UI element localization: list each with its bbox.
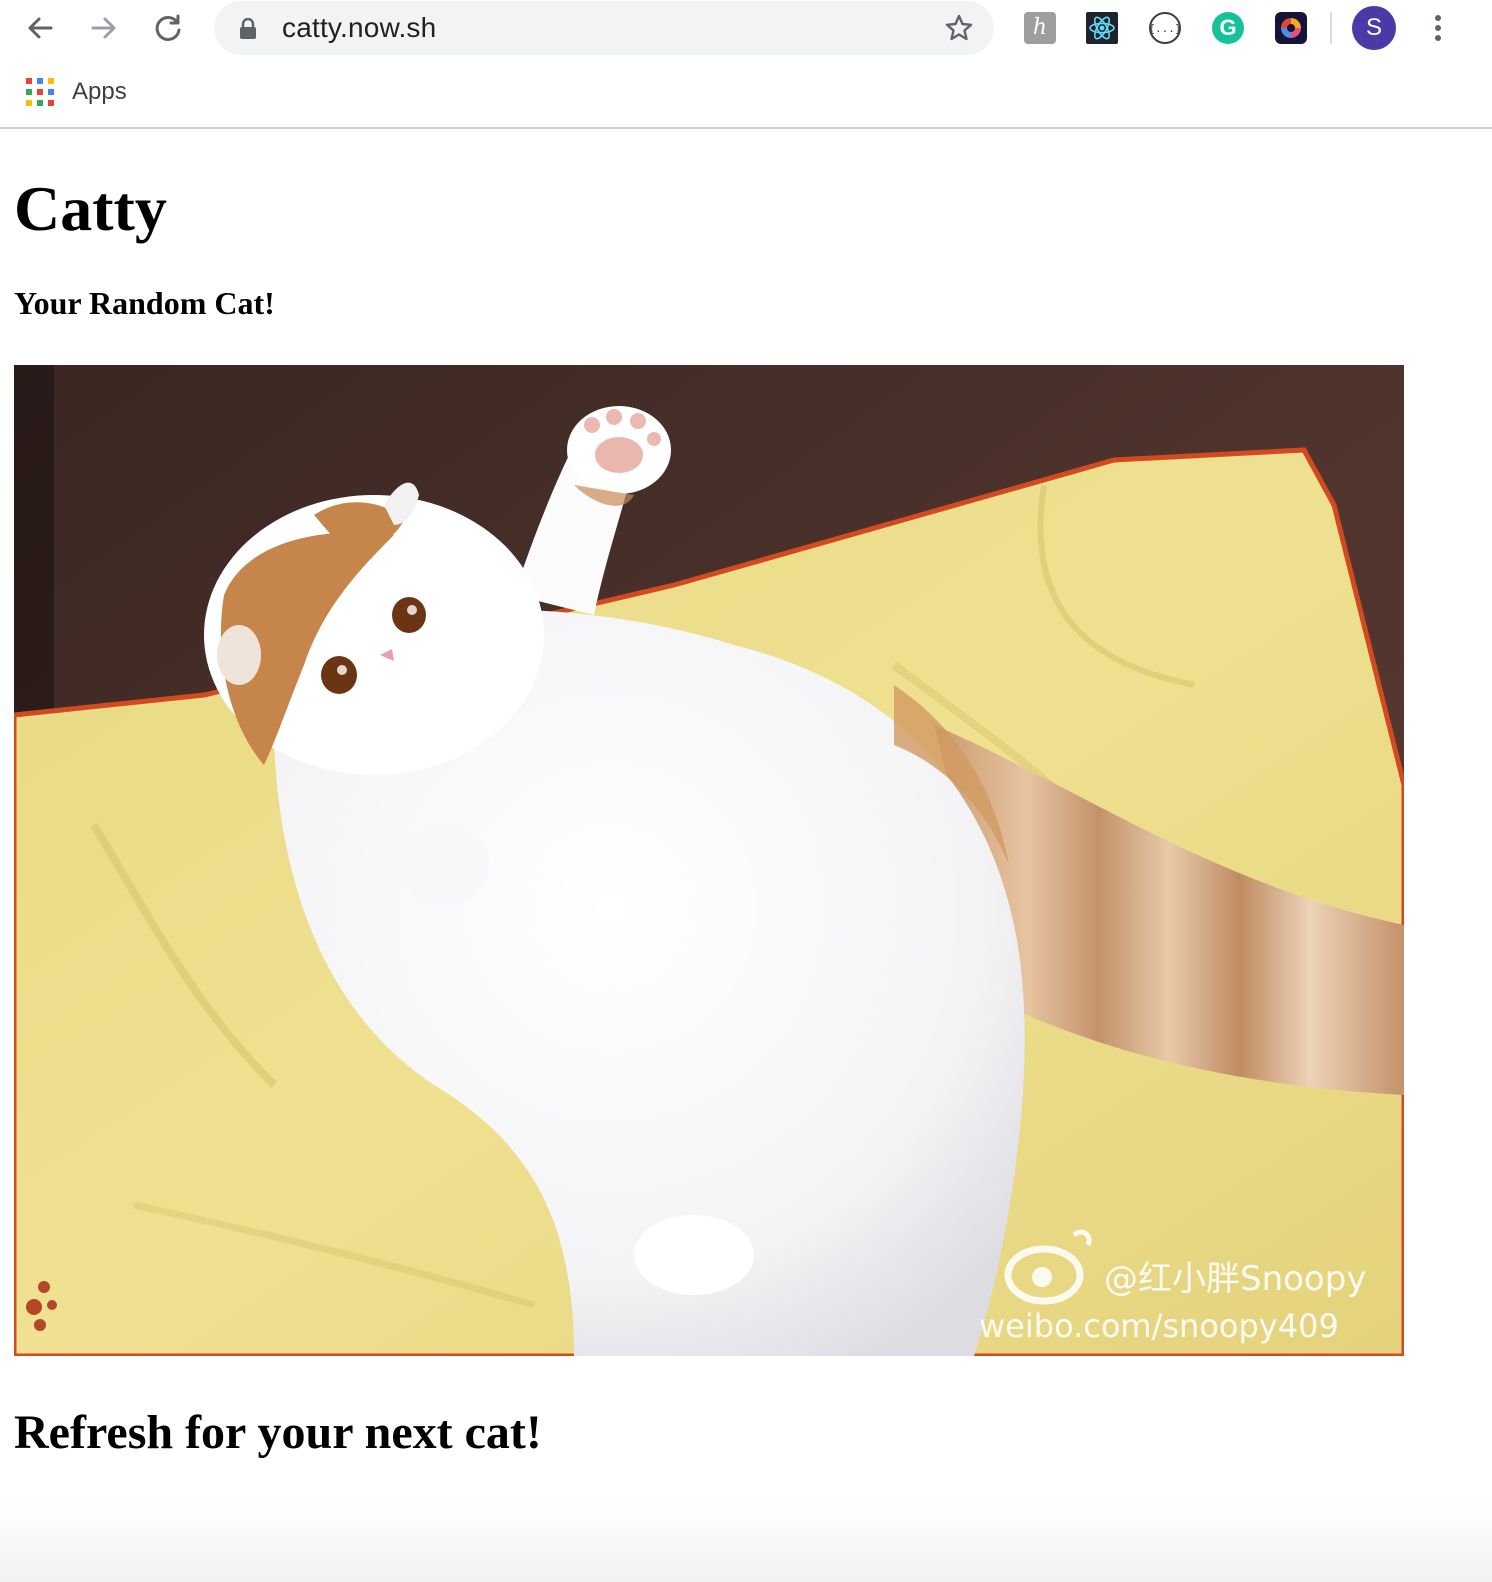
address-bar[interactable]: catty.now.sh <box>214 1 994 55</box>
grammarly-icon: G <box>1212 12 1244 44</box>
profile-avatar[interactable]: S <box>1352 6 1396 50</box>
apps-shortcut[interactable]: Apps <box>26 74 127 110</box>
page-content: Catty Your Random Cat! @红小胖Snoopy weibo.… <box>0 129 1492 1582</box>
browser-menu-button[interactable] <box>1418 8 1458 48</box>
watermark-handle: @红小胖Snoopy <box>1104 1259 1366 1299</box>
hypothesis-icon: h <box>1024 12 1056 44</box>
color-picker-extension-button[interactable] <box>1273 10 1309 46</box>
color-picker-icon <box>1275 12 1307 44</box>
lock-icon <box>240 18 256 39</box>
forward-button[interactable] <box>84 8 124 48</box>
react-devtools-extension-button[interactable] <box>1084 10 1120 46</box>
svg-text:{...}: {...} <box>1148 22 1181 35</box>
back-arrow-icon <box>28 17 53 39</box>
bookmark-star-icon[interactable] <box>944 13 974 43</box>
page-subtitle: Your Random Cat! <box>14 285 275 321</box>
apps-grid-icon <box>26 78 54 106</box>
reload-icon <box>155 14 181 41</box>
json-viewer-extension-button[interactable]: {...} <box>1147 10 1183 46</box>
page-title: Catty <box>14 173 167 244</box>
watermark-url: weibo.com/snoopy409 <box>979 1307 1339 1345</box>
apps-label[interactable]: Apps <box>72 78 127 106</box>
hypothesis-extension-button[interactable]: h <box>1022 10 1058 46</box>
address-bar-url[interactable]: catty.now.sh <box>282 1 436 55</box>
forward-arrow-icon <box>91 17 116 39</box>
grammarly-extension-button[interactable]: G <box>1210 10 1246 46</box>
random-cat-image: @红小胖Snoopy weibo.com/snoopy409 <box>14 365 1404 1356</box>
toolbar-divider <box>1330 12 1332 44</box>
back-button[interactable] <box>20 8 60 48</box>
json-viewer-icon: {...} <box>1148 12 1182 44</box>
reload-button[interactable] <box>148 8 188 48</box>
bookmarks-bar: Apps <box>0 56 1492 129</box>
more-vertical-icon <box>1435 15 1441 41</box>
react-devtools-icon <box>1086 12 1118 44</box>
browser-toolbar: catty.now.sh h {...} G S <box>0 0 1492 56</box>
refresh-hint: Refresh for your next cat! <box>14 1406 542 1459</box>
